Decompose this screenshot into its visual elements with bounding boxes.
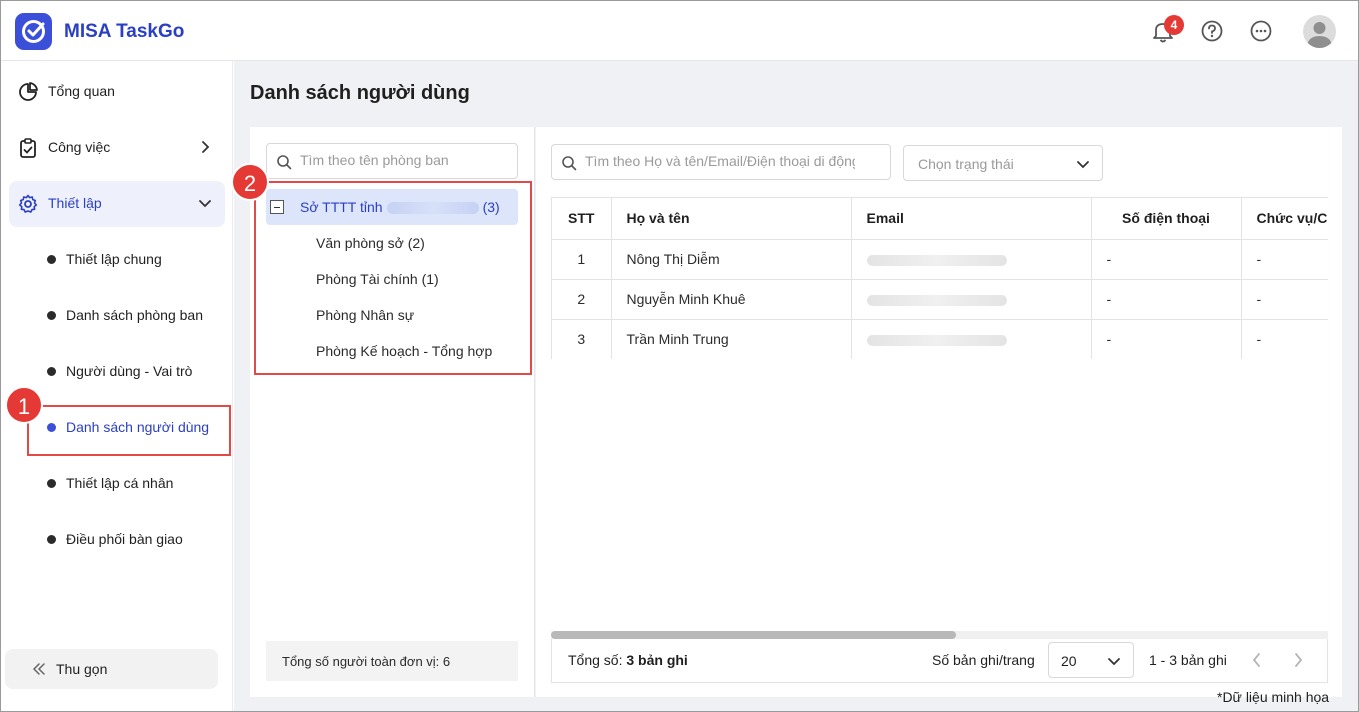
top-header: MISA TaskGo 4 — [1, 1, 1358, 61]
cell-stt: 1 — [552, 239, 612, 280]
app-window: MISA TaskGo 4 Tổng quan Công việc Thiết … — [0, 0, 1359, 712]
bullet-icon — [47, 311, 56, 320]
table-row[interactable]: 1 Nông Thị Diễm - - — [552, 239, 1328, 280]
column-header-phone[interactable]: Số điện thoại — [1091, 198, 1242, 240]
redacted-email — [866, 334, 1007, 346]
bullet-icon — [47, 255, 56, 264]
user-avatar[interactable] — [1303, 15, 1336, 48]
gear-icon — [18, 194, 38, 213]
department-total-footer: Tổng số người toàn đơn vị: 6 — [266, 641, 518, 681]
search-icon — [277, 155, 292, 170]
cell-position: - — [1241, 319, 1328, 359]
more-options-icon[interactable] — [1248, 18, 1274, 44]
redacted-email — [866, 294, 1007, 306]
user-search[interactable] — [551, 144, 891, 180]
department-search[interactable] — [266, 143, 518, 179]
sidebar-subitem-label: Điều phối bàn giao — [66, 531, 183, 547]
chevron-down-icon — [1108, 658, 1120, 666]
sidebar-item-label: Công việc — [48, 139, 111, 155]
taskgo-logo-icon[interactable] — [15, 13, 52, 50]
cell-phone: - — [1091, 279, 1242, 320]
table-row[interactable]: 3 Trần Minh Trung - - — [552, 319, 1328, 359]
cell-stt: 3 — [552, 319, 612, 359]
sidebar-item-label: Tổng quan — [48, 83, 115, 99]
department-search-input[interactable] — [300, 152, 500, 168]
collapse-label: Thu gọn — [56, 661, 108, 677]
chevron-right-icon — [202, 141, 210, 153]
cell-phone: - — [1091, 239, 1242, 280]
sidebar-subitem-label: Danh sách phòng ban — [66, 307, 203, 323]
cell-position: - — [1241, 279, 1328, 320]
sidebar: Tổng quan Công việc Thiết lập Thiết lập … — [1, 61, 233, 711]
cell-email — [851, 279, 1092, 320]
column-header-name[interactable]: Họ và tên — [611, 198, 852, 240]
column-header-position[interactable]: Chức vụ/C — [1241, 198, 1328, 240]
sidebar-subitem-label: Thiết lập chung — [66, 251, 162, 267]
page-size-dropdown[interactable]: 20 — [1048, 642, 1134, 678]
clipboard-check-icon — [20, 138, 36, 158]
cell-email — [851, 319, 1092, 359]
next-page-icon[interactable] — [1290, 651, 1306, 669]
chevron-down-icon — [1077, 161, 1089, 169]
bullet-icon — [47, 535, 56, 544]
horizontal-scrollbar[interactable] — [551, 631, 1328, 639]
page-size-value: 20 — [1061, 653, 1077, 669]
help-icon[interactable] — [1199, 18, 1225, 44]
scrollbar-thumb[interactable] — [551, 631, 956, 639]
app-name: MISA TaskGo — [64, 21, 185, 42]
cell-phone: - — [1091, 319, 1242, 359]
bullet-icon — [47, 479, 56, 488]
collapse-sidebar-button[interactable]: Thu gọn — [5, 649, 218, 689]
total-records-value: 3 bản ghi — [626, 652, 688, 668]
sidebar-item-tasks[interactable]: Công việc — [9, 125, 225, 171]
step-marker-1: 1 — [5, 386, 43, 424]
user-table: STT Họ và tên Email Số điện thoại Chức v… — [551, 197, 1328, 359]
cell-name: Nông Thị Diễm — [611, 239, 852, 280]
column-header-stt[interactable]: STT — [552, 198, 612, 240]
page-title: Danh sách người dùng — [250, 82, 470, 104]
total-records: Tổng số: 3 bản ghi — [568, 652, 688, 668]
chevron-down-icon — [199, 200, 211, 208]
notification-badge: 4 — [1164, 15, 1184, 35]
cell-name: Trần Minh Trung — [611, 319, 852, 359]
column-header-email[interactable]: Email — [851, 198, 1092, 240]
record-range: 1 - 3 bản ghi — [1149, 652, 1227, 668]
cell-position: - — [1241, 239, 1328, 280]
pie-chart-icon — [19, 82, 38, 101]
illustration-footnote: *Dữ liệu minh họa — [1217, 689, 1330, 705]
redacted-email — [866, 254, 1007, 266]
sidebar-subitem-label: Thiết lập cá nhân — [66, 475, 174, 491]
user-panel: Chọn trạng thái STT Họ và tên Email — [536, 127, 1342, 697]
total-records-label: Tổng số: — [568, 652, 627, 668]
cell-name: Nguyễn Minh Khuê — [611, 279, 852, 320]
highlight-box-department-tree — [254, 181, 532, 375]
status-dropdown-label: Chọn trạng thái — [918, 156, 1014, 172]
table-row[interactable]: 2 Nguyễn Minh Khuê - - — [552, 279, 1328, 320]
table-header-row: STT Họ và tên Email Số điện thoại Chức v… — [552, 198, 1328, 240]
double-chevron-left-icon — [32, 663, 45, 675]
prev-page-icon[interactable] — [1249, 651, 1265, 669]
main-content: Danh sách người dùng Sở TTTT tỉnh(3) Văn… — [234, 61, 1358, 711]
department-total-text: Tổng số người toàn đơn vị: 6 — [282, 654, 451, 669]
highlight-box-user-list — [27, 405, 231, 456]
status-dropdown[interactable]: Chọn trạng thái — [903, 145, 1103, 181]
sidebar-item-settings[interactable]: Thiết lập — [9, 181, 225, 227]
user-search-input[interactable] — [585, 153, 856, 169]
per-page-label: Số bản ghi/trang — [932, 652, 1035, 668]
sidebar-item-overview[interactable]: Tổng quan — [9, 69, 225, 115]
sidebar-subitem-label: Người dùng - Vai trò — [66, 363, 193, 379]
step-marker-2: 2 — [231, 163, 269, 201]
sidebar-item-label: Thiết lập — [48, 195, 102, 211]
search-icon — [562, 156, 577, 171]
bullet-icon — [47, 367, 56, 376]
cell-stt: 2 — [552, 279, 612, 320]
table-footer: Tổng số: 3 bản ghi Số bản ghi/trang 20 1… — [551, 639, 1328, 683]
cell-email — [851, 239, 1092, 280]
